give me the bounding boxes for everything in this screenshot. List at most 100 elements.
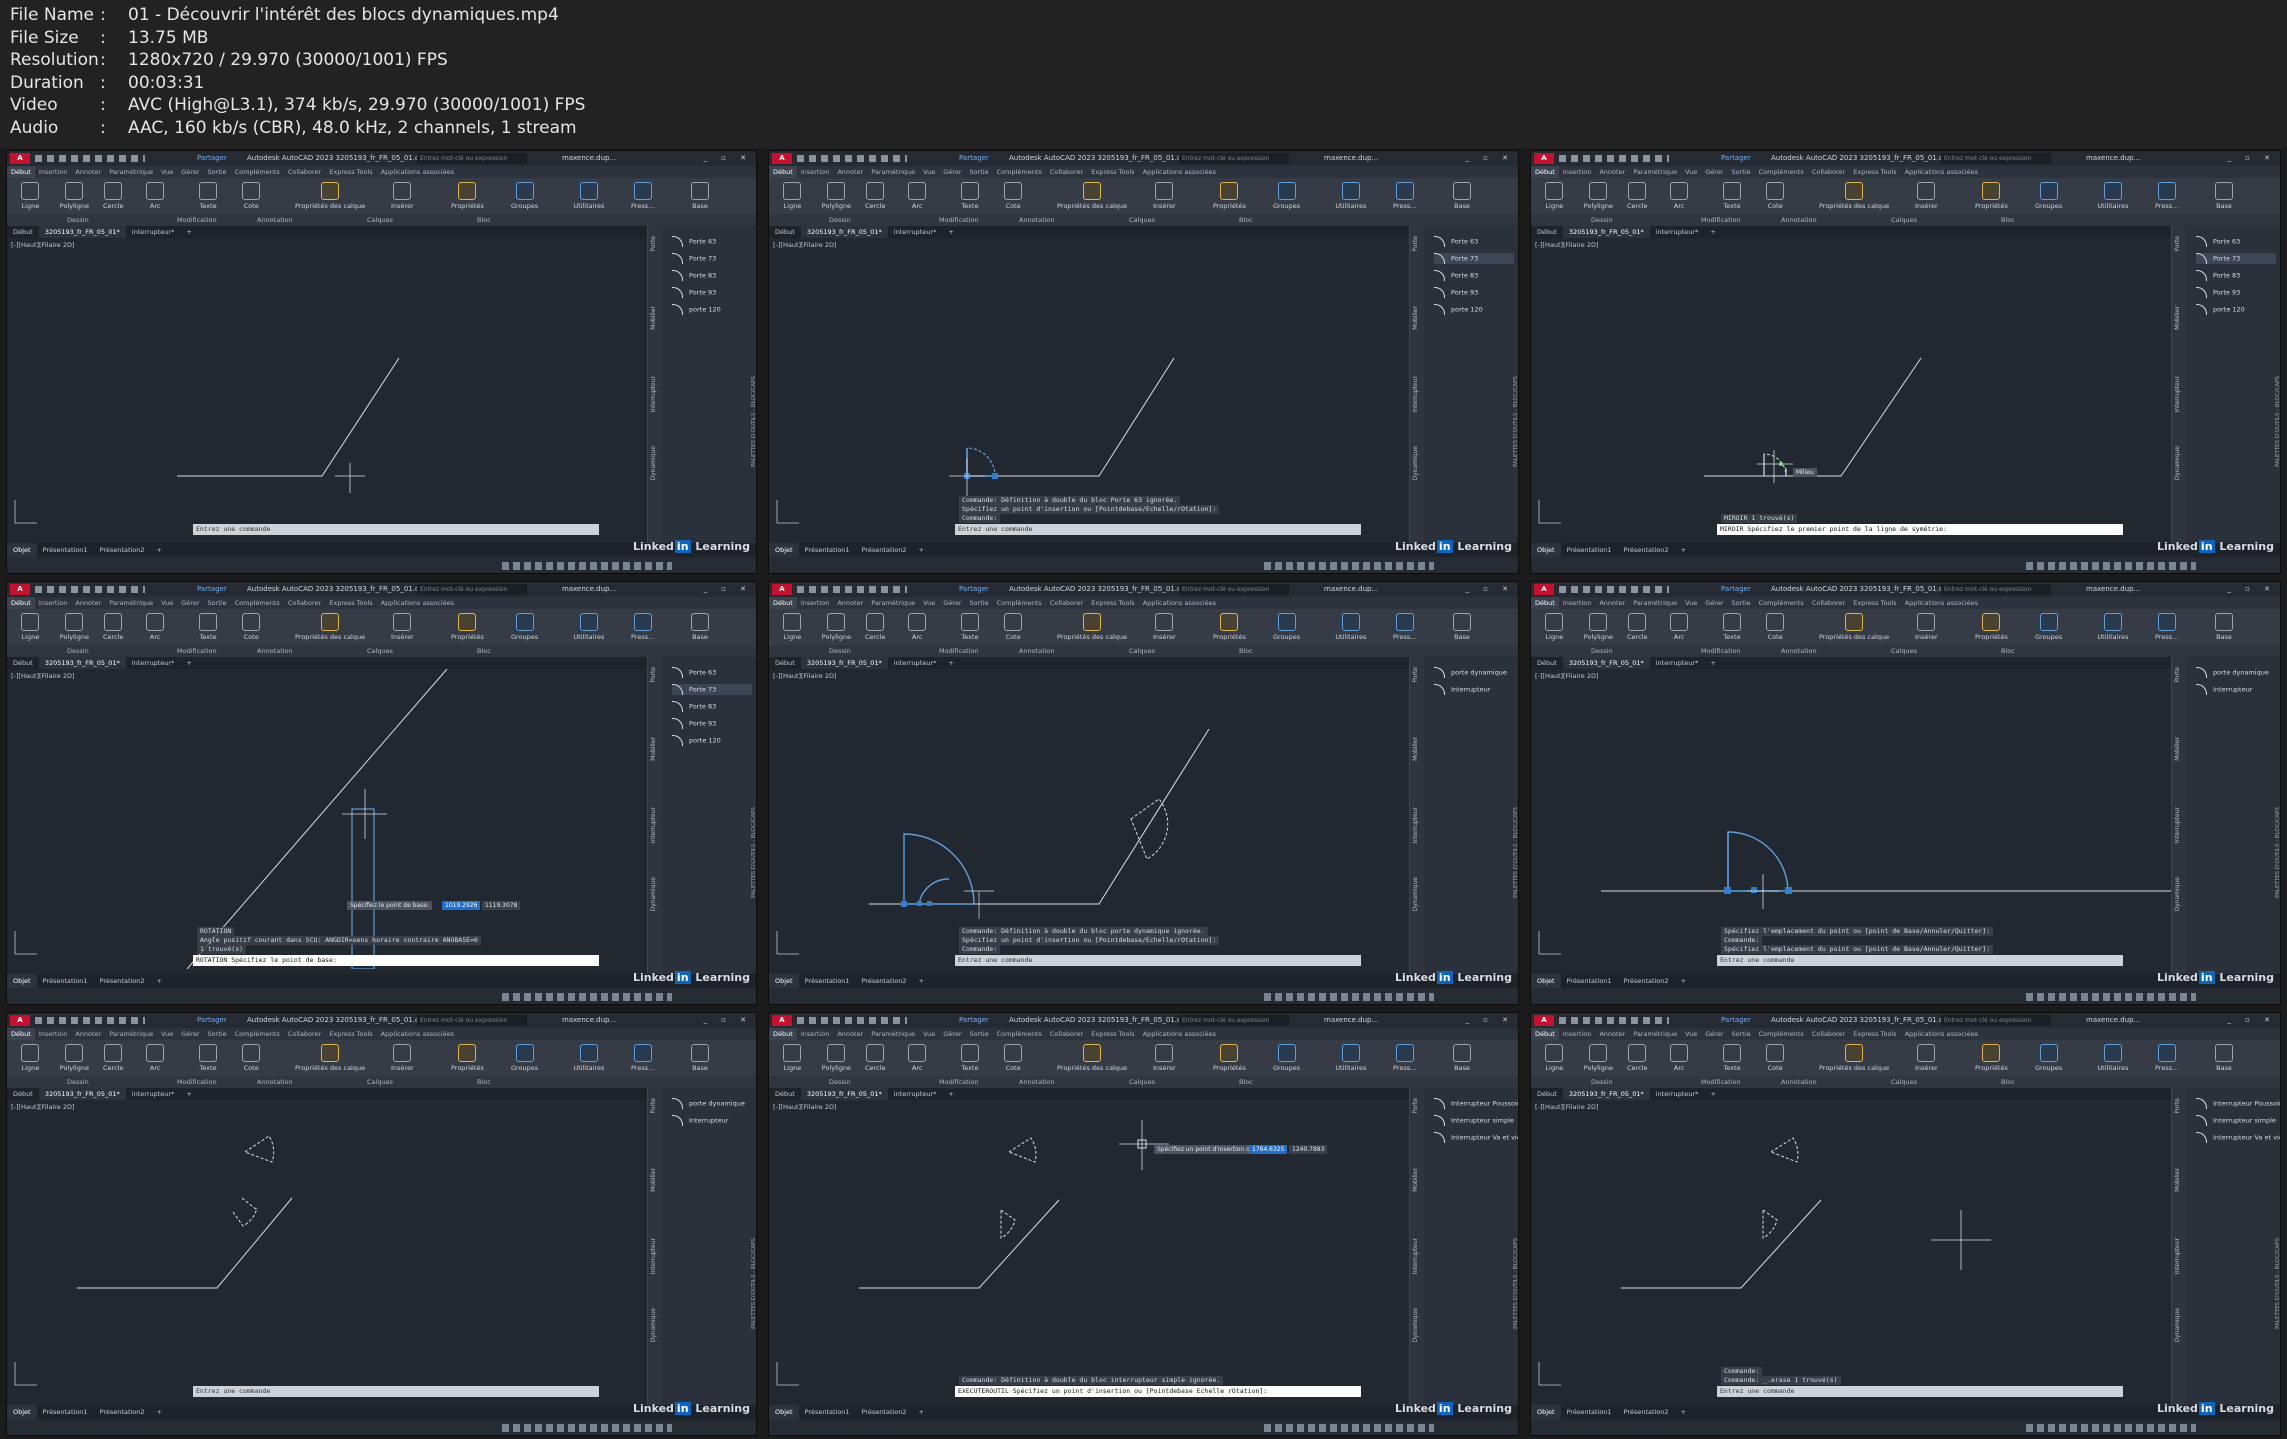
palette-item[interactable]: Interrupteur simple <box>2196 1115 2276 1126</box>
share-button[interactable]: Partager <box>959 582 989 597</box>
layout-tab[interactable]: Présentation1 <box>1561 974 1618 988</box>
document-tab[interactable]: Début <box>1531 226 1563 238</box>
ribbon-button[interactable]: Arc <box>1670 1044 1689 1072</box>
ribbon-panel-title[interactable]: Dessin <box>67 1076 89 1088</box>
user-account[interactable]: maxence.dup... <box>1324 151 1378 166</box>
palette-item[interactable]: Porte 63 <box>1434 236 1514 247</box>
palette-tab[interactable]: Mobilier <box>2174 1168 2181 1192</box>
ribbon-panel-title[interactable]: Dessin <box>67 214 89 226</box>
ribbon-button[interactable]: Propriétés <box>1213 1044 1246 1072</box>
palette-tab[interactable]: Porte <box>2174 236 2181 252</box>
ribbon-button[interactable]: Propriétés <box>451 613 484 641</box>
ribbon-button[interactable]: Cercle <box>865 182 885 210</box>
ribbon-button[interactable]: Propriétés des calque <box>1057 1044 1127 1072</box>
ribbon-button[interactable]: Groupes <box>1273 1044 1300 1072</box>
ribbon-tab[interactable]: Début <box>1531 597 1559 609</box>
palette-item[interactable]: Interrupteur Poussoir <box>1434 1098 1518 1109</box>
ribbon-button[interactable]: Press... <box>1393 1044 1416 1072</box>
drawing-viewport[interactable]: [-][Haut][Filaire 2D] <box>769 238 1409 538</box>
search-input[interactable]: Entrez mot-clé ou expression <box>1941 1015 2051 1026</box>
ribbon-panel-title[interactable]: Modification <box>1701 645 1741 657</box>
palette-item[interactable]: Porte 83 <box>672 270 752 281</box>
palette-tab[interactable]: Dynamique <box>2174 877 2181 911</box>
layout-tab[interactable]: Présentation2 <box>856 1405 913 1419</box>
ribbon-tab[interactable]: Applications associées <box>1139 1028 1220 1040</box>
document-tab[interactable]: interrupteur* <box>888 226 943 238</box>
ribbon-button[interactable]: Groupes <box>511 1044 538 1072</box>
ribbon-button[interactable]: Propriétés des calque <box>1057 613 1127 641</box>
status-bar-toggles[interactable] <box>2026 1424 2196 1432</box>
ribbon-button[interactable]: Propriétés <box>1975 1044 2008 1072</box>
ribbon-tab[interactable]: Annoter <box>71 597 105 609</box>
user-account[interactable]: maxence.dup... <box>562 1013 616 1028</box>
new-layout-button[interactable]: + <box>913 974 930 988</box>
palette-item[interactable]: porte dynamique <box>1434 667 1514 678</box>
ribbon-button[interactable]: Utilitaires <box>2097 613 2128 641</box>
new-tab-button[interactable]: + <box>1704 657 1721 669</box>
new-tab-button[interactable]: + <box>180 657 197 669</box>
ribbon-button[interactable]: Propriétés <box>1975 182 2008 210</box>
palette-item[interactable]: porte 120 <box>1434 304 1514 315</box>
layout-tab[interactable]: Présentation1 <box>799 974 856 988</box>
ribbon-tab[interactable]: Gérer <box>1701 166 1727 178</box>
ribbon-button[interactable]: Texte <box>961 613 979 641</box>
ribbon-button[interactable]: Polyligne <box>1584 1044 1613 1072</box>
ribbon-button[interactable]: Base <box>1453 1044 1471 1072</box>
ribbon-button[interactable]: Cote <box>1766 613 1785 641</box>
ribbon-button[interactable]: Texte <box>199 613 217 641</box>
ribbon-panel-title[interactable]: Annotation <box>257 214 293 226</box>
layout-tab[interactable]: Présentation2 <box>1618 1405 1675 1419</box>
palette-tab[interactable]: Mobilier <box>650 306 657 330</box>
ribbon-tab[interactable]: Sortie <box>1728 166 1755 178</box>
new-tab-button[interactable]: + <box>1704 226 1721 238</box>
palette-tab[interactable]: Porte <box>650 236 657 252</box>
palette-tab[interactable]: Interrupteur <box>650 1238 657 1274</box>
ribbon-tab[interactable]: Vue <box>919 1028 939 1040</box>
palette-item[interactable]: Porte 63 <box>2196 236 2276 247</box>
ribbon-panel-title[interactable]: Calques <box>1129 645 1155 657</box>
document-tab[interactable]: interrupteur* <box>1650 226 1705 238</box>
palette-tab[interactable]: Dynamique <box>650 1308 657 1342</box>
document-tab[interactable]: Début <box>769 1088 801 1100</box>
ribbon-tab[interactable]: Annoter <box>833 166 867 178</box>
ribbon-button[interactable]: Texte <box>961 1044 979 1072</box>
ribbon-button[interactable]: Insérer <box>1153 1044 1176 1072</box>
palette-tab[interactable]: Porte <box>650 667 657 683</box>
new-tab-button[interactable]: + <box>1704 1088 1721 1100</box>
ribbon-button[interactable]: Utilitaires <box>1335 613 1366 641</box>
drawing-viewport[interactable]: [-][Haut][Filaire 2D] <box>7 238 647 538</box>
ribbon-button[interactable]: Insérer <box>391 613 414 641</box>
ribbon-tab[interactable]: Paramétrique <box>1629 166 1681 178</box>
ribbon-button[interactable]: Ligne <box>1545 1044 1564 1072</box>
ribbon-button[interactable]: Arc <box>146 1044 165 1072</box>
ribbon-panel-title[interactable]: Bloc <box>477 645 491 657</box>
ribbon-button[interactable]: Groupes <box>1273 613 1300 641</box>
ribbon-button[interactable]: Press... <box>1393 182 1416 210</box>
ribbon-button[interactable]: Propriétés des calque <box>295 1044 365 1072</box>
ribbon-button[interactable]: Press... <box>1393 613 1416 641</box>
layout-tab[interactable]: Présentation2 <box>94 974 151 988</box>
layout-tab[interactable]: Présentation1 <box>37 1405 94 1419</box>
ribbon-tab[interactable]: Début <box>769 597 797 609</box>
ribbon-tab[interactable]: Insertion <box>797 166 834 178</box>
palette-item[interactable]: Porte 63 <box>672 236 752 247</box>
ribbon-button[interactable]: Utilitaires <box>2097 182 2128 210</box>
dynamic-input-y[interactable]: 1240.7883 <box>1289 1145 1328 1154</box>
ribbon-button[interactable]: Propriétés <box>451 1044 484 1072</box>
ribbon-button[interactable]: Ligne <box>1545 182 1564 210</box>
ribbon-button[interactable]: Texte <box>199 182 217 210</box>
ribbon-tab[interactable]: Applications associées <box>1901 597 1982 609</box>
document-tab[interactable]: 3205193_fr_FR_05_01* <box>1562 1088 1650 1100</box>
palette-item[interactable]: Interrupteur <box>2196 684 2276 695</box>
ribbon-panel-title[interactable]: Bloc <box>2001 645 2015 657</box>
document-tab[interactable]: 3205193_fr_FR_05_01* <box>1562 657 1650 669</box>
document-tab[interactable]: 3205193_fr_FR_05_01* <box>800 1088 888 1100</box>
ribbon-button[interactable]: Base <box>2215 182 2233 210</box>
ribbon-button[interactable]: Texte <box>1723 613 1741 641</box>
palette-item[interactable]: Porte 73 <box>1434 253 1514 264</box>
layout-tab[interactable]: Objet <box>769 1405 799 1419</box>
ribbon-panel-title[interactable]: Modification <box>1701 214 1741 226</box>
ribbon-tab[interactable]: Collaborer <box>1808 597 1849 609</box>
command-line[interactable]: Entrez une commande <box>955 955 1361 966</box>
palette-item[interactable]: porte 120 <box>2196 304 2276 315</box>
